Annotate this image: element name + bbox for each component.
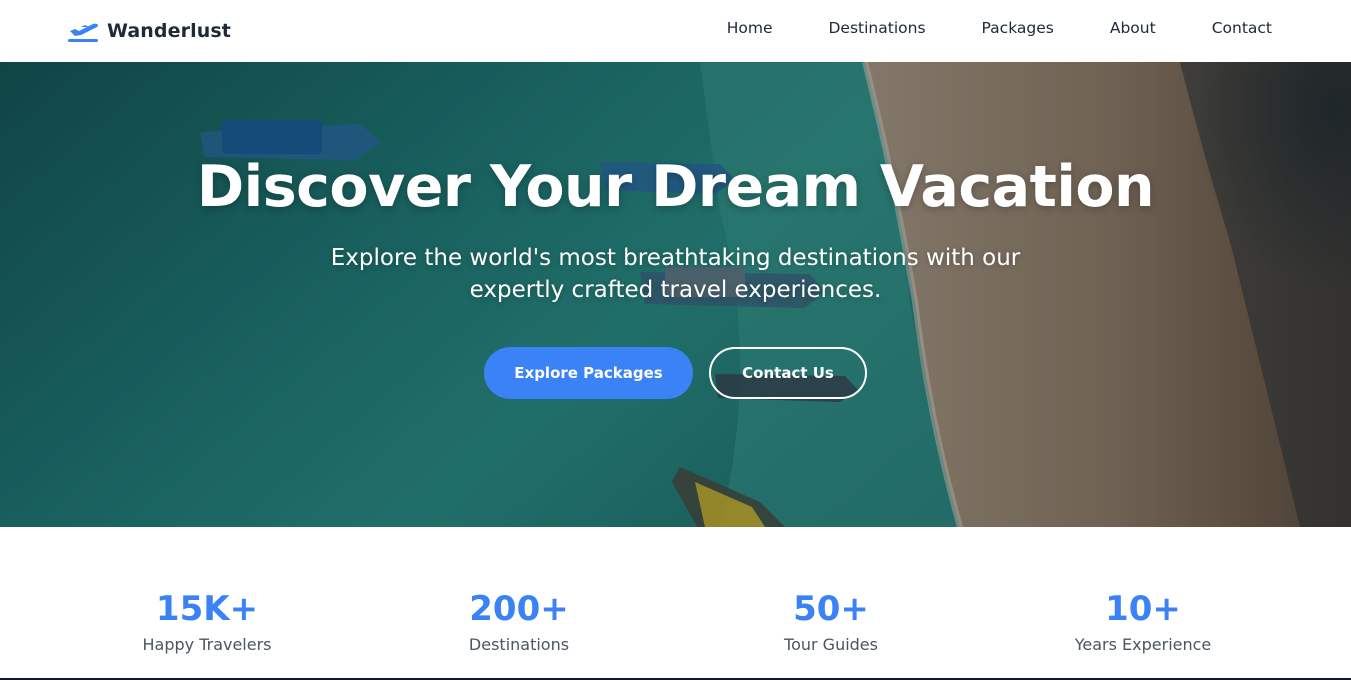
brand-name: Wanderlust [107,20,231,42]
hero-subtitle: Explore the world's most breathtaking de… [330,245,1021,303]
stat-value: 15K+ [155,589,259,629]
hero-title: Discover Your Dream Vacation [196,154,1155,220]
explore-packages-button[interactable]: Explore Packages [484,347,693,399]
stat-years-experience: 10+ Years Experience [1013,589,1273,655]
logo[interactable]: Wanderlust [67,17,231,45]
stat-label: Tour Guides [784,635,878,654]
nav-destinations[interactable]: Destinations [829,19,926,37]
site-header: Wanderlust Home Destinations Packages Ab… [0,0,1351,62]
stats-section: 15K+ Happy Travelers 200+ Destinations 5… [0,527,1351,680]
stat-destinations: 200+ Destinations [389,589,649,655]
contact-us-button[interactable]: Contact Us [709,347,867,399]
hero-section: Discover Your Dream Vacation Explore the… [0,62,1351,527]
nav-about[interactable]: About [1110,19,1156,37]
nav-contact[interactable]: Contact [1212,19,1272,37]
stat-label: Destinations [468,635,570,654]
airplane-icon [68,23,98,42]
stat-value: 10+ [1105,589,1181,629]
stat-value: 200+ [469,589,569,629]
nav-home[interactable]: Home [727,19,773,37]
nav-packages[interactable]: Packages [982,19,1054,37]
stat-tour-guides: 50+ Tour Guides [701,589,961,655]
stat-happy-travelers: 15K+ Happy Travelers [77,589,337,655]
stat-value: 50+ [793,589,869,629]
main-nav: Home Destinations Packages About Contact [727,19,1272,37]
stat-label: Years Experience [1074,635,1212,654]
stat-label: Happy Travelers [142,635,272,654]
